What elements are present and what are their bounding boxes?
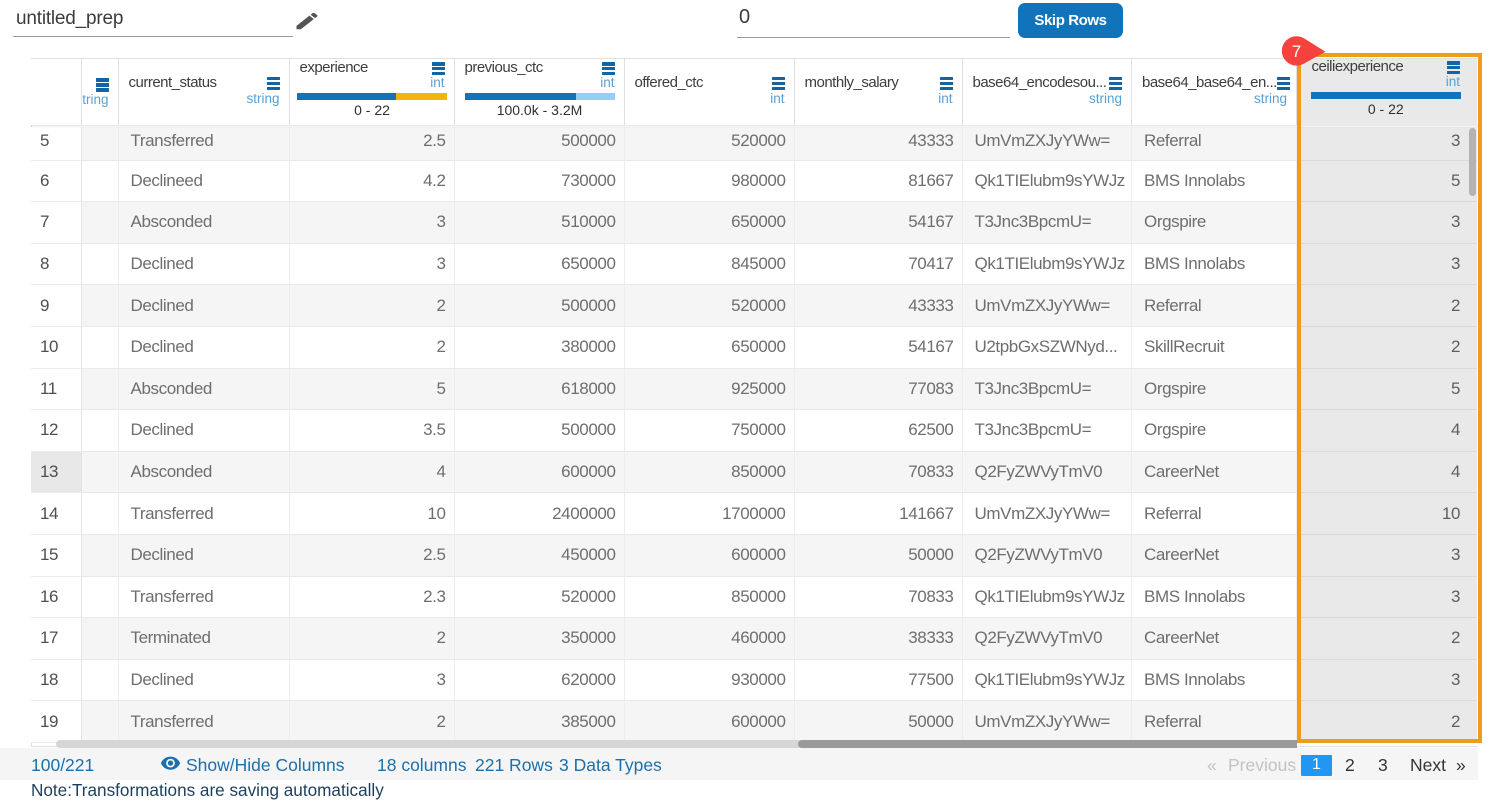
svg-text:7: 7: [1292, 42, 1301, 61]
